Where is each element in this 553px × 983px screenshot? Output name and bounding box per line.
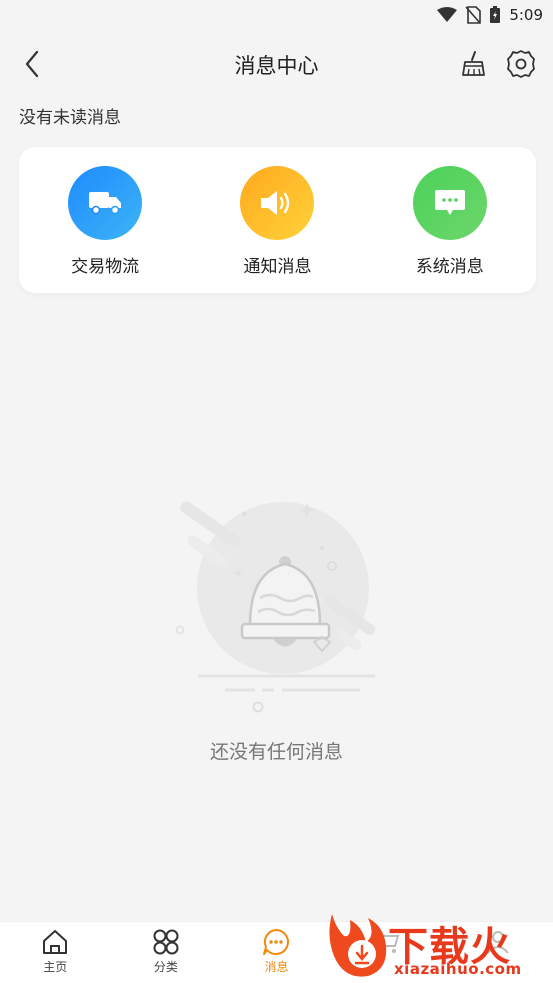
category-label: 交易物流 <box>71 257 140 277</box>
category-trade-logistics[interactable]: 交易物流 <box>19 147 191 293</box>
tab-label: 分类 <box>153 960 178 974</box>
truck-icon <box>89 192 122 215</box>
tab-label: 消息 <box>264 960 289 974</box>
broom-icon <box>462 51 485 76</box>
nav-bar: 消息中心 <box>0 38 553 90</box>
watermark-logo: 下载火 xiazaihuo.com <box>322 906 553 983</box>
trade-logistics-badge <box>68 166 143 240</box>
speaker-icon <box>261 191 290 215</box>
chat-bubble-icon <box>434 190 465 215</box>
category-label: 系统消息 <box>415 257 484 277</box>
back-button[interactable] <box>14 48 50 80</box>
category-system[interactable]: 系统消息 <box>364 147 536 293</box>
tab-messages[interactable]: 消息 <box>221 922 332 983</box>
notifications-badge <box>240 166 315 240</box>
wifi-icon <box>437 7 458 22</box>
category-label: 通知消息 <box>243 257 312 277</box>
tab-category[interactable]: 分类 <box>111 922 222 983</box>
battery-icon <box>490 6 501 23</box>
watermark-url: xiazaihuo.com <box>394 960 522 978</box>
unread-status-text: 没有未读消息 <box>19 108 121 128</box>
home-icon <box>43 930 68 954</box>
tab-home[interactable]: 主页 <box>0 922 111 983</box>
empty-state-text: 还没有任何消息 <box>209 741 343 763</box>
grid-icon <box>153 929 179 955</box>
tab-label: 主页 <box>43 960 68 974</box>
clear-all-button[interactable] <box>456 46 492 82</box>
system-badge <box>412 166 487 240</box>
empty-bell-illustration <box>175 501 376 713</box>
status-bar: 5:09 <box>0 0 553 30</box>
message-icon <box>263 929 290 955</box>
message-category-card: 交易物流 通知消息 系统消息 <box>19 147 536 293</box>
chevron-left-icon <box>25 50 39 78</box>
no-sim-icon <box>465 6 482 24</box>
gear-icon <box>507 50 535 78</box>
category-notifications[interactable]: 通知消息 <box>191 147 363 293</box>
flame-logo-icon <box>329 914 387 977</box>
status-time: 5:09 <box>509 6 543 24</box>
settings-button[interactable] <box>503 46 539 82</box>
